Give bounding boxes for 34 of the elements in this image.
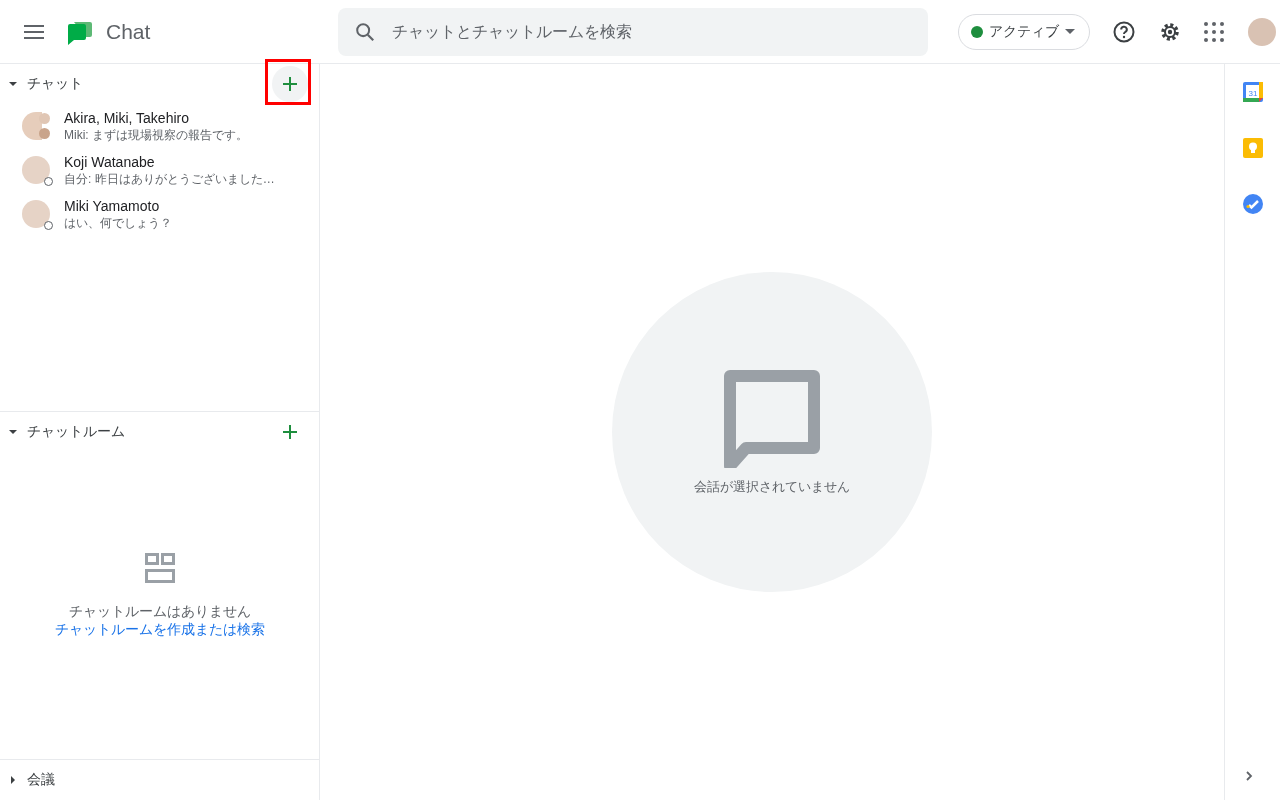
chat-name: Akira, Miki, Takehiro (64, 109, 190, 127)
search-input[interactable]: チャットとチャットルームを検索 (390, 21, 928, 42)
chat-list-item[interactable]: Koji Watanabe 自分: 昨日はありがとうございました… (0, 148, 319, 192)
section-title: 会議 (27, 771, 56, 789)
chat-name: Miki Yamamoto (64, 197, 161, 215)
section-title: チャット (27, 75, 84, 93)
plus-icon (282, 424, 298, 440)
chat-name: Koji Watanabe (64, 153, 156, 171)
status-dropdown[interactable]: アクティブ (958, 13, 1090, 50)
collapse-triangle-icon[interactable] (8, 427, 18, 437)
create-room-link[interactable]: チャットルームを作成または検索 (54, 620, 265, 639)
app-name: Chat (106, 19, 152, 44)
message-preview: Miki: まずは現場視察の報告です。 (64, 127, 248, 143)
expand-triangle-icon[interactable] (8, 775, 18, 785)
chat-list-item[interactable]: Miki Yamamoto はい、何でしょう？ (0, 192, 319, 236)
empty-state-text: 会話が選択されていません (694, 478, 850, 496)
message-preview: 自分: 昨日はありがとうございました… (64, 171, 275, 187)
message-preview: はい、何でしょう？ (64, 215, 172, 231)
search-bar[interactable]: チャットとチャットルームを検索 (338, 7, 928, 56)
add-button[interactable] (272, 66, 308, 102)
checkmark-circle-icon[interactable] (1242, 194, 1263, 214)
rooms-grid-icon (144, 552, 175, 583)
chat-bubble-icon (722, 368, 822, 468)
caret-icon (1065, 29, 1075, 34)
chat-list-item[interactable]: Akira, Miki, Takehiro Miki: まずは現場視察の報告です。 (0, 104, 319, 148)
collapse-triangle-icon[interactable] (8, 79, 18, 89)
calendar-icon[interactable]: 31 (1242, 82, 1263, 102)
section-title: チャットルーム (27, 423, 126, 441)
empty-rooms-text: チャットルームはありません (68, 602, 251, 621)
search-icon (354, 20, 376, 43)
apps-grid-icon[interactable] (1204, 21, 1224, 42)
help-icon[interactable] (1112, 19, 1136, 44)
plus-icon (282, 76, 298, 92)
expand-chevron-icon[interactable] (1243, 770, 1255, 782)
